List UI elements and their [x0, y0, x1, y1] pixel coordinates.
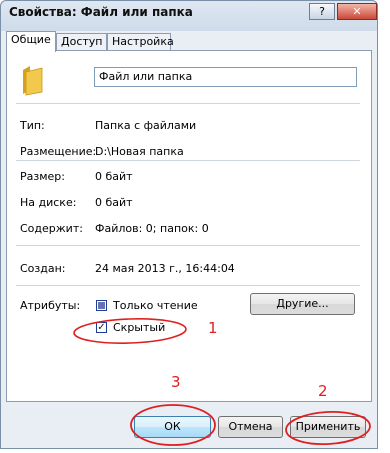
window-title: Свойства: Файл или папка [9, 5, 193, 19]
readonly-label: Только чтение [113, 299, 198, 312]
contains-value: Файлов: 0; папок: 0 [95, 222, 209, 235]
annotation-number: 1 [208, 319, 218, 337]
annotation-number: 2 [318, 382, 328, 400]
contains-label: Содержит: [20, 222, 83, 235]
folder-name-input[interactable]: Файл или папка [94, 67, 357, 87]
tab-label: Доступ [61, 35, 103, 48]
size-on-disk-label: На диске: [20, 196, 77, 209]
close-icon: ✕ [352, 5, 362, 18]
created-label: Создан: [20, 262, 66, 275]
folder-icon [23, 66, 43, 96]
button-label: Отмена [228, 420, 273, 433]
readonly-checkbox[interactable] [96, 300, 107, 311]
type-value: Папка с файлами [95, 119, 197, 132]
size-on-disk-value: 0 байт [95, 196, 133, 209]
help-button[interactable]: ? [309, 3, 335, 20]
tab-label: Общие [11, 33, 51, 46]
button-label: ОК [164, 420, 181, 433]
help-icon: ? [319, 5, 325, 18]
hidden-checkbox[interactable]: ✓ [96, 322, 107, 333]
folder-name-value: Файл или папка [99, 70, 193, 83]
hidden-label: Скрытый [113, 321, 166, 334]
tab-customize[interactable]: Настройка [107, 33, 174, 50]
tab-sharing[interactable]: Доступ [56, 33, 107, 50]
ok-button[interactable]: ОК [134, 416, 211, 438]
button-label: Применить [295, 420, 361, 433]
annotation-number: 3 [171, 373, 181, 391]
size-label: Размер: [20, 170, 65, 183]
tab-general[interactable]: Общие [6, 31, 56, 52]
tab-label: Настройка [112, 35, 174, 48]
attributes-label: Атрибуты: [20, 299, 81, 312]
separator [16, 245, 360, 246]
other-attributes-button[interactable]: Другие... [250, 293, 355, 315]
type-label: Тип: [20, 119, 45, 132]
cancel-button[interactable]: Отмена [218, 416, 283, 438]
created-value: 24 мая 2013 г., 16:44:04 [95, 262, 235, 275]
check-icon: ✓ [97, 322, 106, 333]
separator [16, 285, 360, 286]
separator [16, 160, 360, 161]
size-value: 0 байт [95, 170, 133, 183]
location-value: D:\Новая папка [95, 145, 184, 158]
button-label: Другие... [276, 297, 329, 310]
apply-button[interactable]: Применить [290, 416, 366, 438]
title-bar: Свойства: Файл или папка ? ✕ [1, 1, 377, 25]
close-button[interactable]: ✕ [337, 3, 377, 20]
location-label: Размещение: [20, 145, 97, 158]
separator [16, 103, 360, 104]
